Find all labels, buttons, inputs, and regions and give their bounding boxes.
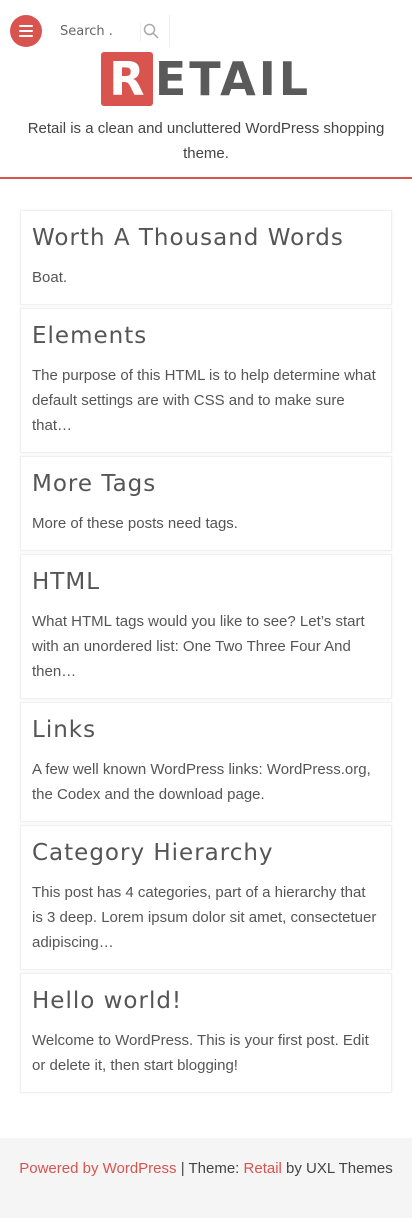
post-card: Elements The purpose of this HTML is to … — [20, 308, 392, 453]
post-title[interactable]: Category Hierarchy — [32, 838, 380, 868]
post-excerpt: Boat. — [32, 269, 68, 286]
post-excerpt: The purpose of this HTML is to help dete… — [32, 367, 376, 434]
footer-separator: | Theme: — [176, 1160, 244, 1177]
site-footer: Powered by WordPress | Theme: Retail by … — [0, 1138, 412, 1218]
post-title[interactable]: Elements — [32, 321, 380, 351]
post-excerpt: More of these posts need tags. — [32, 515, 238, 532]
post-title[interactable]: More Tags — [32, 469, 380, 499]
post-list: Worth A Thousand Words Boat. Elements Th… — [20, 210, 392, 1096]
hamburger-icon-line — [19, 35, 33, 37]
post-card: Category Hierarchy This post has 4 categ… — [20, 825, 392, 970]
site-logo[interactable]: R ETAIL — [0, 52, 412, 106]
menu-button[interactable] — [10, 15, 42, 47]
hamburger-icon-line — [19, 25, 33, 27]
search-input[interactable] — [52, 15, 138, 47]
post-title[interactable]: Hello world! — [32, 986, 380, 1016]
post-excerpt: What HTML tags would you like to see? Le… — [32, 613, 365, 680]
site-tagline: Retail is a clean and uncluttered WordPr… — [27, 120, 385, 162]
post-title[interactable]: Links — [32, 715, 380, 745]
search-icon[interactable] — [140, 23, 159, 41]
post-excerpt: Welcome to WordPress. This is your first… — [32, 1032, 369, 1074]
post-title[interactable]: Worth A Thousand Words — [32, 223, 380, 253]
post-card: More Tags More of these posts need tags. — [20, 456, 392, 551]
powered-by-link[interactable]: Powered by WordPress — [19, 1160, 176, 1177]
hamburger-icon-line — [19, 30, 33, 32]
post-excerpt: This post has 4 categories, part of a hi… — [32, 884, 377, 951]
post-card: HTML What HTML tags would you like to se… — [20, 554, 392, 699]
post-card: Worth A Thousand Words Boat. — [20, 210, 392, 305]
site-header: R ETAIL Retail is a clean and uncluttere… — [0, 0, 412, 179]
post-card: Links A few well known WordPress links: … — [20, 702, 392, 822]
logo-text: ETAIL — [154, 52, 312, 106]
post-title[interactable]: HTML — [32, 567, 380, 597]
post-card: Hello world! Welcome to WordPress. This … — [20, 973, 392, 1093]
search-form — [52, 15, 170, 47]
theme-link[interactable]: Retail — [244, 1160, 282, 1177]
post-excerpt: A few well known WordPress links: WordPr… — [32, 761, 371, 803]
footer-by-text: by UXL Themes — [281, 1160, 393, 1177]
logo-letter: R — [100, 52, 153, 106]
